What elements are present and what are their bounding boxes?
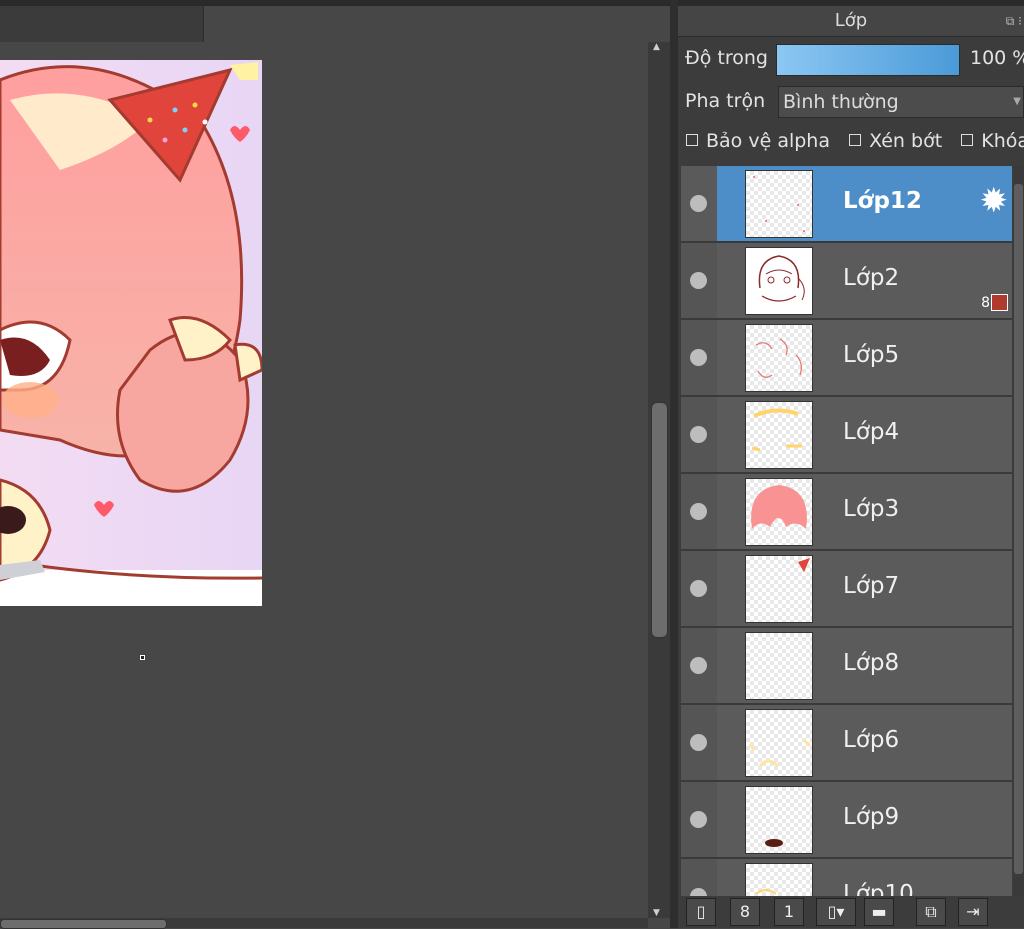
layer-thumbnail [745,324,813,392]
merge-icon[interactable]: ⇥ [958,898,988,926]
layer-thumbnail [745,632,813,700]
layer-row-lop3[interactable]: Lớp3 [681,474,1012,551]
layer-name: Lớp9 [843,804,900,830]
chevron-down-icon: ▼ [1013,96,1021,107]
opacity-slider[interactable] [776,44,960,76]
panel-controls[interactable]: ⧉ ⁝ [1006,6,1022,36]
layer-list: Lớp12 ✹ Lớp2 8 Lớp5 Lớp4 Lớp3 Lớp7 Lớp8 … [681,166,1012,896]
layer-thumbnail [745,170,813,238]
scroll-down-icon[interactable]: ▼ [653,908,660,918]
visibility-eye-icon[interactable] [690,888,707,896]
layer-list-scrollbar[interactable] [1013,166,1024,896]
layer-name: Lớp8 [843,650,900,676]
opacity-row: Độ trong 100 % [678,40,1024,80]
layer-thumbnail [745,786,813,854]
layer-row-lop5[interactable]: Lớp5 [681,320,1012,397]
clipping-checkbox[interactable]: Xén bớt [849,130,942,152]
layer-thumbnail [745,478,813,546]
visibility-eye-icon[interactable] [690,272,707,289]
visibility-eye-icon[interactable] [690,734,707,751]
visibility-eye-icon[interactable] [690,657,707,674]
visibility-eye-icon[interactable] [690,580,707,597]
opacity-value: 100 % [970,47,1024,69]
layer-thumbnail [745,401,813,469]
layer-row-lop4[interactable]: Lớp4 [681,397,1012,474]
panel-divider[interactable] [670,0,678,928]
layer-name: Lớp10 [843,881,914,896]
layer-row-lop2[interactable]: Lớp2 8 [681,243,1012,320]
folder-icon[interactable]: ▬ [864,898,894,926]
layer-name: Lớp4 [843,419,900,445]
new-8bit-layer-icon[interactable]: 8 [730,898,760,926]
layer-bit-badge: 8 [981,295,990,311]
scroll-up-icon[interactable]: ▲ [653,42,660,52]
opacity-label: Độ trong [685,47,768,69]
layer-scroll-thumb[interactable] [1014,184,1023,874]
visibility-eye-icon[interactable] [690,426,707,443]
layer-row-lop7[interactable]: Lớp7 [681,551,1012,628]
layer-options: Bảo vệ alpha Xén bớt Khóa [686,130,1024,160]
layer-name: Lớp5 [843,342,900,368]
layer-panel: Lớp ⧉ ⁝ Độ trong 100 % Pha trộn Bình thư… [678,6,1024,928]
visibility-eye-icon[interactable] [690,349,707,366]
visibility-eye-icon[interactable] [690,503,707,520]
canvas-vertical-scrollbar[interactable]: ▲ ▼ [648,42,670,918]
layer-name: Lớp3 [843,496,900,522]
layer-color-swatch[interactable] [991,294,1008,311]
blend-label: Pha trộn [685,90,766,112]
layer-thumbnail [745,863,813,896]
layer-thumbnail [745,709,813,777]
new-layer-icon[interactable]: ▯ [686,898,716,926]
panel-title: Lớp [834,10,868,31]
layer-name: Lớp7 [843,573,900,599]
layer-row-lop12[interactable]: Lớp12 ✹ [681,166,1012,243]
new-1bit-layer-icon[interactable]: 1 [774,898,804,926]
gear-icon[interactable]: ✹ [980,184,1009,218]
layer-name: Lớp6 [843,727,900,753]
panel-title-bar: Lớp ⧉ ⁝ [678,6,1024,37]
protect-alpha-label: Bảo vệ alpha [706,130,830,152]
protect-alpha-checkbox[interactable]: Bảo vệ alpha [686,130,830,152]
document-tab[interactable] [0,6,204,43]
layer-row-lop8[interactable]: Lớp8 [681,628,1012,705]
artwork-image [0,60,262,606]
lock-checkbox[interactable]: Khóa [961,130,1024,152]
scroll-thumb[interactable] [651,402,668,638]
canvas-horizontal-scrollbar[interactable] [0,918,648,929]
lock-label: Khóa [981,130,1024,152]
layer-row-lop9[interactable]: Lớp9 [681,782,1012,859]
visibility-eye-icon[interactable] [690,811,707,828]
duplicate-icon[interactable]: ⧉ [916,898,946,926]
layer-toolbar: ▯ 8 1 ▯▾ ▬ ⧉ ⇥ [678,896,1024,928]
add-layer-menu-icon[interactable]: ▯▾ [816,898,856,926]
layer-row-lop6[interactable]: Lớp6 [681,705,1012,782]
layer-name: Lớp12 [843,188,922,214]
layer-name: Lớp2 [843,265,900,291]
cursor-marker [140,655,145,660]
visibility-eye-icon[interactable] [690,195,707,212]
layer-row-lop10[interactable]: Lớp10 [681,859,1012,896]
blend-mode-value: Bình thường [783,91,899,113]
layer-thumbnail [745,555,813,623]
clipping-label: Xén bớt [869,130,943,152]
blend-mode-select[interactable]: Bình thường ▼ [778,86,1024,118]
layer-thumbnail [745,247,813,315]
